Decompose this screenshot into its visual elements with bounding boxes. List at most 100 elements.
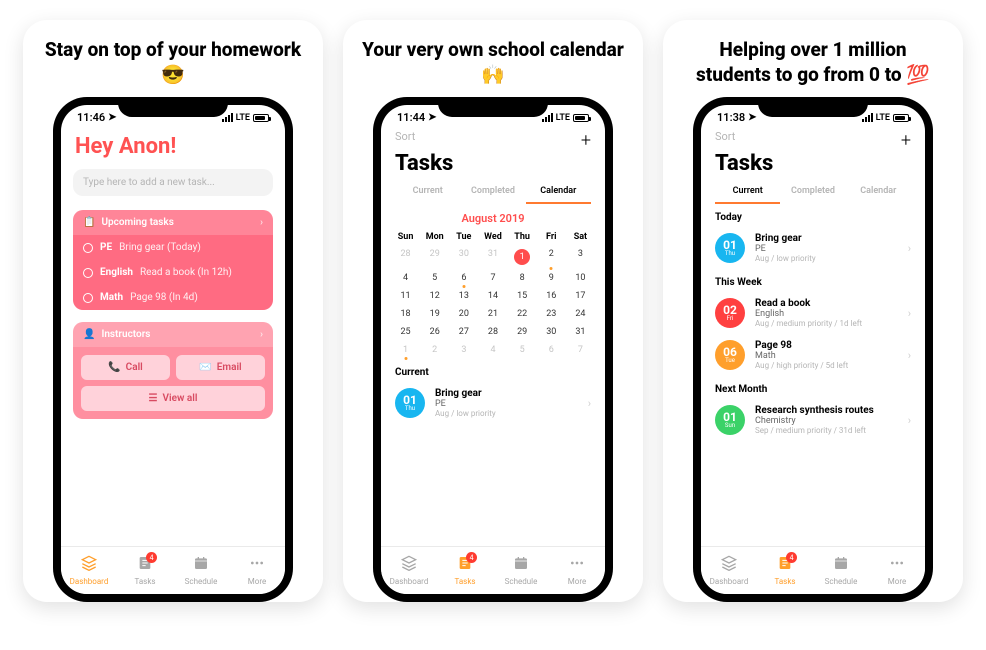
email-label: Email xyxy=(217,362,242,373)
calendar-cell[interactable]: 31 xyxy=(478,245,507,269)
task-date-badge: 01Thu xyxy=(715,233,745,263)
tab-schedule[interactable]: Schedule xyxy=(173,547,229,594)
segment-tab-calendar[interactable]: Calendar xyxy=(846,180,911,204)
calendar-cell[interactable]: 6 xyxy=(449,269,478,287)
upcoming-tasks-header[interactable]: 📋 Upcoming tasks › xyxy=(73,210,273,235)
task-item[interactable]: 02Fri Read a book English Aug / medium p… xyxy=(701,292,925,334)
calendar-cell[interactable]: 19 xyxy=(420,305,449,323)
calendar-cell[interactable]: 31 xyxy=(566,323,595,341)
headline: Stay on top of your homework 😎 xyxy=(23,38,323,97)
add-button[interactable]: + xyxy=(901,130,911,151)
calendar-cell[interactable]: 9 xyxy=(537,269,566,287)
task-item[interactable]: 01Thu Bring gear PE Aug / low priority › xyxy=(701,227,925,269)
tab-tasks[interactable]: Tasks 4 xyxy=(117,547,173,594)
tab-dashboard[interactable]: Dashboard xyxy=(381,547,437,594)
calendar-cell[interactable]: 2 xyxy=(537,245,566,269)
tab-label: More xyxy=(888,577,906,586)
segment-tab-current[interactable]: Current xyxy=(715,180,780,204)
task-item[interactable]: 06Tue Page 98 Math Aug / high priority /… xyxy=(701,334,925,376)
segment-tab-completed[interactable]: Completed xyxy=(780,180,845,204)
calendar-cell[interactable]: 25 xyxy=(391,323,420,341)
tab-label: Schedule xyxy=(185,577,218,586)
calendar-cell[interactable]: 16 xyxy=(537,287,566,305)
add-task-input[interactable]: Type here to add a new task... xyxy=(73,169,273,196)
calendar-cell[interactable]: 28 xyxy=(391,245,420,269)
tab-dashboard[interactable]: Dashboard xyxy=(61,547,117,594)
task-text: Bring gear PE Aug / low priority xyxy=(755,233,816,263)
add-button[interactable]: + xyxy=(581,130,591,151)
tab-more[interactable]: More xyxy=(229,547,285,594)
upcoming-task-row[interactable]: PE Bring gear (Today) xyxy=(73,235,273,260)
segment-tab-calendar[interactable]: Calendar xyxy=(526,180,591,204)
upcoming-tasks-card[interactable]: 📋 Upcoming tasks › PE Bring gear (Today)… xyxy=(73,210,273,310)
calendar-cell[interactable]: 18 xyxy=(391,305,420,323)
calendar-day-header: Fri xyxy=(537,229,566,245)
calendar-cell[interactable]: 21 xyxy=(478,305,507,323)
calendar-cell[interactable]: 14 xyxy=(478,287,507,305)
upcoming-task-row[interactable]: Math Page 98 (In 4d) xyxy=(73,285,273,310)
task-item[interactable]: 01Thu Bring gear PE Aug / low priority › xyxy=(381,382,605,424)
tab-dashboard[interactable]: Dashboard xyxy=(701,547,757,594)
calendar-cell[interactable]: 22 xyxy=(508,305,537,323)
chevron-right-icon: › xyxy=(908,414,911,427)
tab-tasks[interactable]: Tasks 4 xyxy=(437,547,493,594)
tab-schedule[interactable]: Schedule xyxy=(813,547,869,594)
tab-label: Tasks xyxy=(135,577,156,586)
tab-schedule[interactable]: Schedule xyxy=(493,547,549,594)
calendar-cell[interactable]: 20 xyxy=(449,305,478,323)
network-label: LTE xyxy=(876,113,890,123)
calendar-cell[interactable]: 27 xyxy=(449,323,478,341)
sort-button[interactable]: Sort xyxy=(395,130,415,151)
calendar-cell[interactable]: 29 xyxy=(508,323,537,341)
calendar-cell[interactable]: 3 xyxy=(566,245,595,269)
calendar-cell[interactable]: 30 xyxy=(449,245,478,269)
layers-icon xyxy=(81,555,97,575)
calendar-cell[interactable]: 5 xyxy=(420,269,449,287)
calendar-cell[interactable]: 10 xyxy=(566,269,595,287)
calendar-icon xyxy=(833,555,849,575)
calendar-cell[interactable]: 29 xyxy=(420,245,449,269)
calendar-cell[interactable]: 15 xyxy=(508,287,537,305)
calendar-cell[interactable]: 4 xyxy=(478,341,507,359)
view-all-button[interactable]: ☰ View all xyxy=(81,386,265,411)
calendar-cell[interactable]: 4 xyxy=(391,269,420,287)
calendar-cell[interactable]: 28 xyxy=(478,323,507,341)
location-icon: ➤ xyxy=(108,112,116,123)
instructors-header[interactable]: 👤 Instructors › xyxy=(73,322,273,347)
task-checkbox[interactable] xyxy=(83,293,93,303)
calendar-cell[interactable]: 8 xyxy=(508,269,537,287)
calendar-cell[interactable]: 6 xyxy=(537,341,566,359)
call-button[interactable]: 📞 Call xyxy=(81,355,170,380)
task-checkbox[interactable] xyxy=(83,243,93,253)
segment-tab-completed[interactable]: Completed xyxy=(460,180,525,204)
calendar-cell[interactable]: 17 xyxy=(566,287,595,305)
task-item[interactable]: 01Sun Research synthesis routes Chemistr… xyxy=(701,399,925,441)
calendar-day-header: Thu xyxy=(508,229,537,245)
calendar-cell[interactable]: 1 xyxy=(508,245,537,269)
segment-tab-current[interactable]: Current xyxy=(395,180,460,204)
calendar-cell[interactable]: 1 xyxy=(391,341,420,359)
upcoming-task-row[interactable]: English Read a book (In 12h) xyxy=(73,260,273,285)
calendar-cell[interactable]: 30 xyxy=(537,323,566,341)
calendar-cell[interactable]: 12 xyxy=(420,287,449,305)
calendar-cell[interactable]: 13 xyxy=(449,287,478,305)
calendar-cell[interactable]: 24 xyxy=(566,305,595,323)
calendar-cell[interactable]: 7 xyxy=(478,269,507,287)
calendar-cell[interactable]: 7 xyxy=(566,341,595,359)
tab-more[interactable]: More xyxy=(869,547,925,594)
calendar-cell[interactable]: 2 xyxy=(420,341,449,359)
email-button[interactable]: ✉️ Email xyxy=(176,355,265,380)
calendar-cell[interactable]: 26 xyxy=(420,323,449,341)
chevron-right-icon: › xyxy=(260,329,263,340)
more-icon xyxy=(249,555,265,575)
calendar-cell[interactable]: 5 xyxy=(508,341,537,359)
task-detail: Bring gear (Today) xyxy=(119,242,201,253)
calendar-cell[interactable]: 11 xyxy=(391,287,420,305)
task-checkbox[interactable] xyxy=(83,268,93,278)
tab-tasks[interactable]: Tasks 4 xyxy=(757,547,813,594)
calendar-cell[interactable]: 3 xyxy=(449,341,478,359)
sort-button[interactable]: Sort xyxy=(715,130,735,151)
calendar-cell[interactable]: 23 xyxy=(537,305,566,323)
task-date-badge: 01Sun xyxy=(715,405,745,435)
tab-more[interactable]: More xyxy=(549,547,605,594)
